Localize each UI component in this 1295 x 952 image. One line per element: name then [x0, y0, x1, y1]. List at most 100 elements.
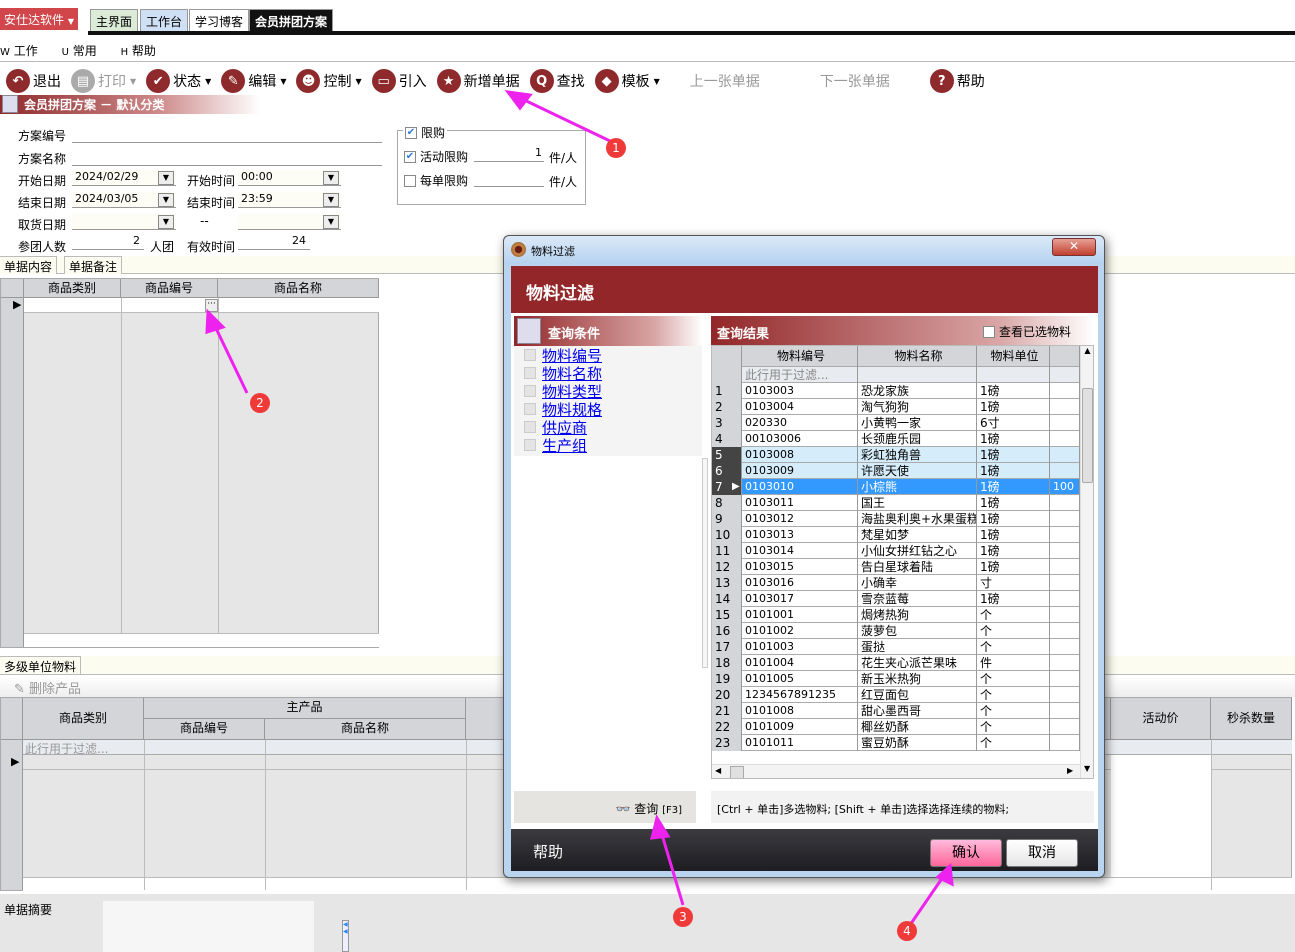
cell-unit[interactable]: 个	[977, 671, 1050, 687]
toolbar-button-3[interactable]: ✎ 编辑 ▼	[221, 69, 286, 93]
plan-name-field[interactable]	[72, 150, 382, 166]
close-button[interactable]: ✕	[1052, 238, 1096, 256]
chevron-down-icon[interactable]: ▼	[323, 171, 339, 185]
tab-home[interactable]: 主界面	[90, 9, 139, 31]
cell-unit[interactable]: 个	[977, 623, 1050, 639]
cell-extra[interactable]	[1050, 703, 1080, 719]
row-number[interactable]: 6	[712, 463, 742, 479]
table-row[interactable]: 12 0103015 告白星球着陆 1磅	[712, 559, 1080, 575]
row-number[interactable]: 3	[712, 415, 742, 431]
cell-name[interactable]: 海盐奥利奥+水果蛋糕	[858, 511, 977, 527]
col-header-unit[interactable]: 物料单位	[977, 346, 1050, 367]
cell-code[interactable]: 1234567891235	[742, 687, 858, 703]
table-row[interactable]: 4 00103006 长颈鹿乐园 1磅	[712, 431, 1080, 447]
cell-code[interactable]: 0101002	[742, 623, 858, 639]
cell-unit[interactable]: 1磅	[977, 559, 1050, 575]
scroll-right-icon[interactable]: ▶	[1067, 766, 1073, 775]
toolbar-button-6[interactable]: ★ 新增单据	[436, 69, 520, 93]
table-row[interactable]: 9 0103012 海盐奥利奥+水果蛋糕 1磅	[712, 511, 1080, 527]
tab-workbench[interactable]: 工作台	[140, 9, 189, 31]
chevron-down-icon[interactable]: ▼	[280, 77, 286, 86]
chevron-down-icon[interactable]: ▼	[654, 77, 660, 86]
toolbar-button-10[interactable]: 下一张单据	[820, 71, 890, 91]
cell-unit[interactable]: 1磅	[977, 399, 1050, 415]
col-header-code[interactable]: 商品编号	[121, 279, 218, 298]
col-header-flash-qty[interactable]: 秒杀数量	[1211, 698, 1292, 740]
row-number[interactable]: 19	[712, 671, 742, 687]
row-number[interactable]: 18	[712, 655, 742, 671]
chevron-down-icon[interactable]: ▼	[158, 215, 174, 229]
cell-code[interactable]: 0103014	[742, 543, 858, 559]
cancel-button[interactable]: 取消	[1006, 839, 1078, 867]
cell-unit[interactable]: 个	[977, 639, 1050, 655]
cell-name[interactable]: 花生夹心派芒果味	[858, 655, 977, 671]
row-number[interactable]: 15	[712, 607, 742, 623]
cell-code[interactable]: 0101004	[742, 655, 858, 671]
summary-field[interactable]	[103, 901, 314, 952]
cell-unit[interactable]: 寸	[977, 575, 1050, 591]
row-number[interactable]: 1	[712, 383, 742, 399]
view-selected-checkbox[interactable]: 查看已选物料	[983, 323, 1071, 340]
scroll-left-icon[interactable]: ◀	[715, 766, 721, 775]
cell-name[interactable]: 新玉米热狗	[858, 671, 977, 687]
cell-code[interactable]: 0103012	[742, 511, 858, 527]
row-number[interactable]: 2	[712, 399, 742, 415]
table-row[interactable]: 2 0103004 淘气狗狗 1磅	[712, 399, 1080, 415]
cell-name[interactable]: 蜜豆奶酥	[858, 735, 977, 751]
cell-code[interactable]: 0101005	[742, 671, 858, 687]
col-header-activity-price[interactable]: 活动价	[1111, 698, 1211, 740]
filter-row[interactable]: 此行用于过滤...	[712, 367, 1080, 383]
cell-code[interactable]: 0103010	[742, 479, 858, 495]
menu-help[interactable]: H 帮助	[121, 44, 166, 58]
toolbar-button-11[interactable]: ? 帮助	[929, 69, 985, 93]
row-number[interactable]: 11	[712, 543, 742, 559]
order-limit-field[interactable]	[474, 171, 544, 187]
scroll-down-icon[interactable]: ▼	[1084, 764, 1090, 773]
checkbox-unchecked-icon[interactable]	[524, 349, 536, 361]
table-row[interactable]: 3 020330 小黄鸭一家 6寸	[712, 415, 1080, 431]
cell-unit[interactable]: 个	[977, 687, 1050, 703]
table-row[interactable]: 21 0101008 甜心墨西哥个	[712, 703, 1080, 719]
limit-checkbox[interactable]: ✔ 限购	[403, 124, 448, 141]
table-row[interactable]	[24, 298, 379, 313]
cell-name[interactable]: 梵星如梦	[858, 527, 977, 543]
cell-name[interactable]: 红豆面包	[858, 687, 977, 703]
condition-item[interactable]: 物料名称	[514, 364, 702, 383]
cell-code[interactable]: 00103006	[742, 431, 858, 447]
cell-code[interactable]: 0103004	[742, 399, 858, 415]
col-header-category[interactable]: 商品类别	[24, 279, 121, 298]
cell-extra[interactable]	[1050, 447, 1080, 463]
checkbox-unchecked-icon[interactable]	[524, 421, 536, 433]
condition-item[interactable]: 物料编号	[514, 346, 702, 365]
table-row[interactable]: 20 1234567891235 红豆面包个	[712, 687, 1080, 703]
condition-item[interactable]: 物料规格	[514, 400, 702, 419]
row-number[interactable]: 12	[712, 559, 742, 575]
cell-extra[interactable]	[1050, 575, 1080, 591]
cell-unit[interactable]: 1磅	[977, 383, 1050, 399]
menu-work[interactable]: W 工作	[0, 44, 48, 58]
table-row[interactable]: 5 0103008 彩虹独角兽 1磅	[712, 447, 1080, 463]
checkbox-unchecked-icon[interactable]	[524, 439, 536, 451]
cell-extra[interactable]	[1050, 399, 1080, 415]
cell-name[interactable]: 甜心墨西哥	[858, 703, 977, 719]
col-header-name[interactable]: 商品名称	[265, 719, 466, 740]
toolbar-button-8[interactable]: ◆ 模板 ▼	[594, 69, 660, 93]
cell-unit[interactable]: 1磅	[977, 479, 1050, 495]
col-header-category[interactable]: 商品类别	[23, 698, 144, 740]
cell-extra[interactable]	[1050, 655, 1080, 671]
condition-item[interactable]: 生产组	[514, 436, 702, 455]
cell-extra[interactable]	[1050, 511, 1080, 527]
confirm-button[interactable]: 确认	[930, 839, 1002, 867]
horizontal-scrollbar[interactable]: ◀ ▶	[712, 764, 1080, 778]
cell-name[interactable]: 雪奈蓝莓	[858, 591, 977, 607]
condition-item[interactable]: 物料类型	[514, 382, 702, 401]
table-row[interactable]: 15 0101001 焗烤热狗个	[712, 607, 1080, 623]
row-number[interactable]: 8	[712, 495, 742, 511]
cell-extra[interactable]	[1050, 671, 1080, 687]
table-row[interactable]: 6 0103009 许愿天使 1磅	[712, 463, 1080, 479]
cell-name[interactable]: 小仙女拼红钻之心	[858, 543, 977, 559]
cell-extra[interactable]	[1050, 431, 1080, 447]
row-number[interactable]: 20	[712, 687, 742, 703]
chevron-down-icon[interactable]: ▼	[323, 215, 339, 229]
cell-name[interactable]: 蛋挞	[858, 639, 977, 655]
